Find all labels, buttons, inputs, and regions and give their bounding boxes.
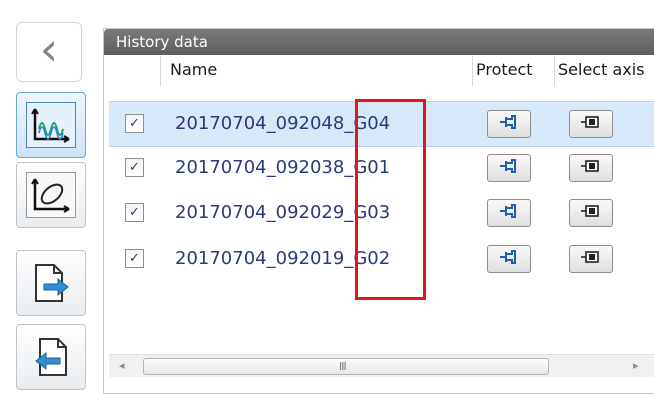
row-checkbox[interactable]: ✓ <box>125 114 144 133</box>
axis-icon <box>580 114 602 134</box>
export-icon <box>27 261 75 305</box>
pin-icon <box>498 113 520 135</box>
import-icon <box>27 335 75 379</box>
row-checkbox[interactable]: ✓ <box>125 249 144 268</box>
protect-button[interactable] <box>487 199 531 227</box>
row-checkbox[interactable]: ✓ <box>125 158 144 177</box>
select-axis-button[interactable] <box>569 245 613 273</box>
chevron-left-icon: ‹ <box>39 22 59 76</box>
protect-button[interactable] <box>487 154 531 182</box>
export-button[interactable] <box>16 250 86 316</box>
select-axis-button[interactable] <box>569 199 613 227</box>
horizontal-scrollbar[interactable]: ◂ III ▸ <box>109 354 654 377</box>
pin-icon <box>498 157 520 179</box>
waveform-view-button[interactable] <box>16 92 86 158</box>
pin-icon <box>498 202 520 224</box>
scroll-right-icon[interactable]: ▸ <box>633 359 639 372</box>
row-checkbox[interactable]: ✓ <box>125 203 144 222</box>
select-axis-button[interactable] <box>569 154 613 182</box>
grip-icon: III <box>339 360 347 373</box>
protect-button[interactable] <box>487 110 531 138</box>
protect-button[interactable] <box>487 245 531 273</box>
select-axis-button[interactable] <box>569 110 613 138</box>
axis-icon <box>580 249 602 269</box>
lissajous-view-button[interactable] <box>16 162 86 228</box>
highlight-annotation <box>355 99 426 300</box>
import-button[interactable] <box>16 324 86 390</box>
scroll-left-icon[interactable]: ◂ <box>119 359 125 372</box>
lissajous-view-icon <box>26 172 76 218</box>
axis-icon <box>580 203 602 223</box>
pin-icon <box>498 248 520 270</box>
axis-icon <box>580 158 602 178</box>
waveform-view-icon <box>26 102 76 148</box>
scrollbar-thumb[interactable]: III <box>143 358 549 375</box>
back-button[interactable]: ‹ <box>16 22 82 82</box>
left-toolbar: ‹ <box>0 0 100 392</box>
